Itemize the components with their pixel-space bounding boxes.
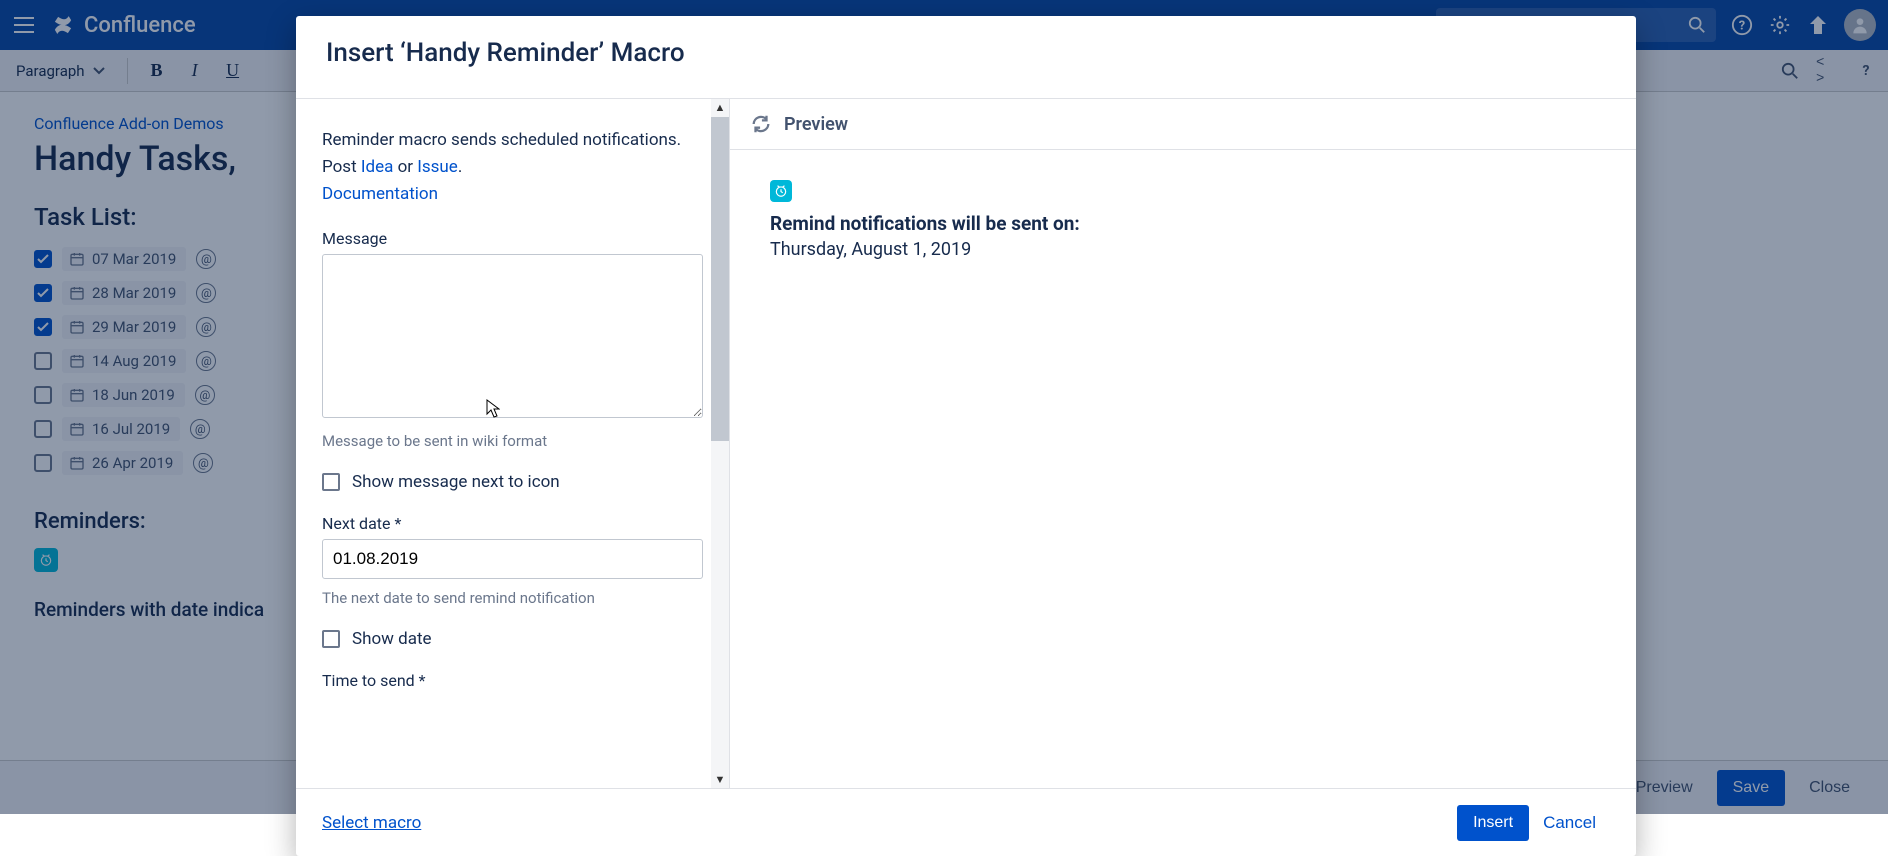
preview-header: Preview <box>730 99 1636 150</box>
documentation-link[interactable]: Documentation <box>322 184 438 204</box>
scroll-down-icon[interactable]: ▼ <box>713 773 727 786</box>
idea-link[interactable]: Idea <box>361 157 393 177</box>
show-date-row[interactable]: Show date <box>322 629 703 649</box>
next-date-input[interactable] <box>322 539 703 579</box>
refresh-icon[interactable] <box>750 113 772 135</box>
macro-config-pane: Reminder macro sends scheduled notificat… <box>296 99 730 788</box>
show-message-row[interactable]: Show message next to icon <box>322 472 703 492</box>
desc-or: or <box>393 157 417 177</box>
modal-title: Insert ‘Handy Reminder’ Macro <box>296 16 1636 99</box>
show-date-checkbox[interactable] <box>322 630 340 648</box>
message-textarea[interactable] <box>322 254 703 418</box>
show-message-checkbox[interactable] <box>322 473 340 491</box>
preview-title: Remind notifications will be sent on: <box>770 212 1596 235</box>
insert-button[interactable]: Insert <box>1457 805 1529 841</box>
show-date-label: Show date <box>352 629 432 649</box>
cancel-button[interactable]: Cancel <box>1529 805 1610 841</box>
preview-date: Thursday, August 1, 2019 <box>770 239 1596 260</box>
next-date-hint: The next date to send remind notificatio… <box>322 589 703 607</box>
message-hint: Message to be sent in wiki format <box>322 432 703 450</box>
issue-link[interactable]: Issue <box>417 157 458 177</box>
macro-modal: Insert ‘Handy Reminder’ Macro Reminder m… <box>296 16 1636 856</box>
time-to-send-label: Time to send * <box>322 671 703 690</box>
macro-preview-pane: Preview Remind notifications will be sen… <box>730 99 1636 788</box>
preview-clock-icon <box>770 180 792 202</box>
desc-period: . <box>458 157 462 177</box>
modal-footer: Select macro Insert Cancel <box>296 788 1636 856</box>
show-message-label: Show message next to icon <box>352 472 560 492</box>
scrollbar-track[interactable]: ▲ ▼ <box>711 99 729 788</box>
select-macro-link[interactable]: Select macro <box>322 813 421 833</box>
macro-description: Reminder macro sends scheduled notificat… <box>322 127 703 209</box>
message-label: Message <box>322 229 703 248</box>
scrollbar-thumb[interactable] <box>711 117 729 441</box>
preview-heading-text: Preview <box>784 114 848 135</box>
scroll-up-icon[interactable]: ▲ <box>713 101 727 114</box>
next-date-label: Next date * <box>322 514 703 533</box>
